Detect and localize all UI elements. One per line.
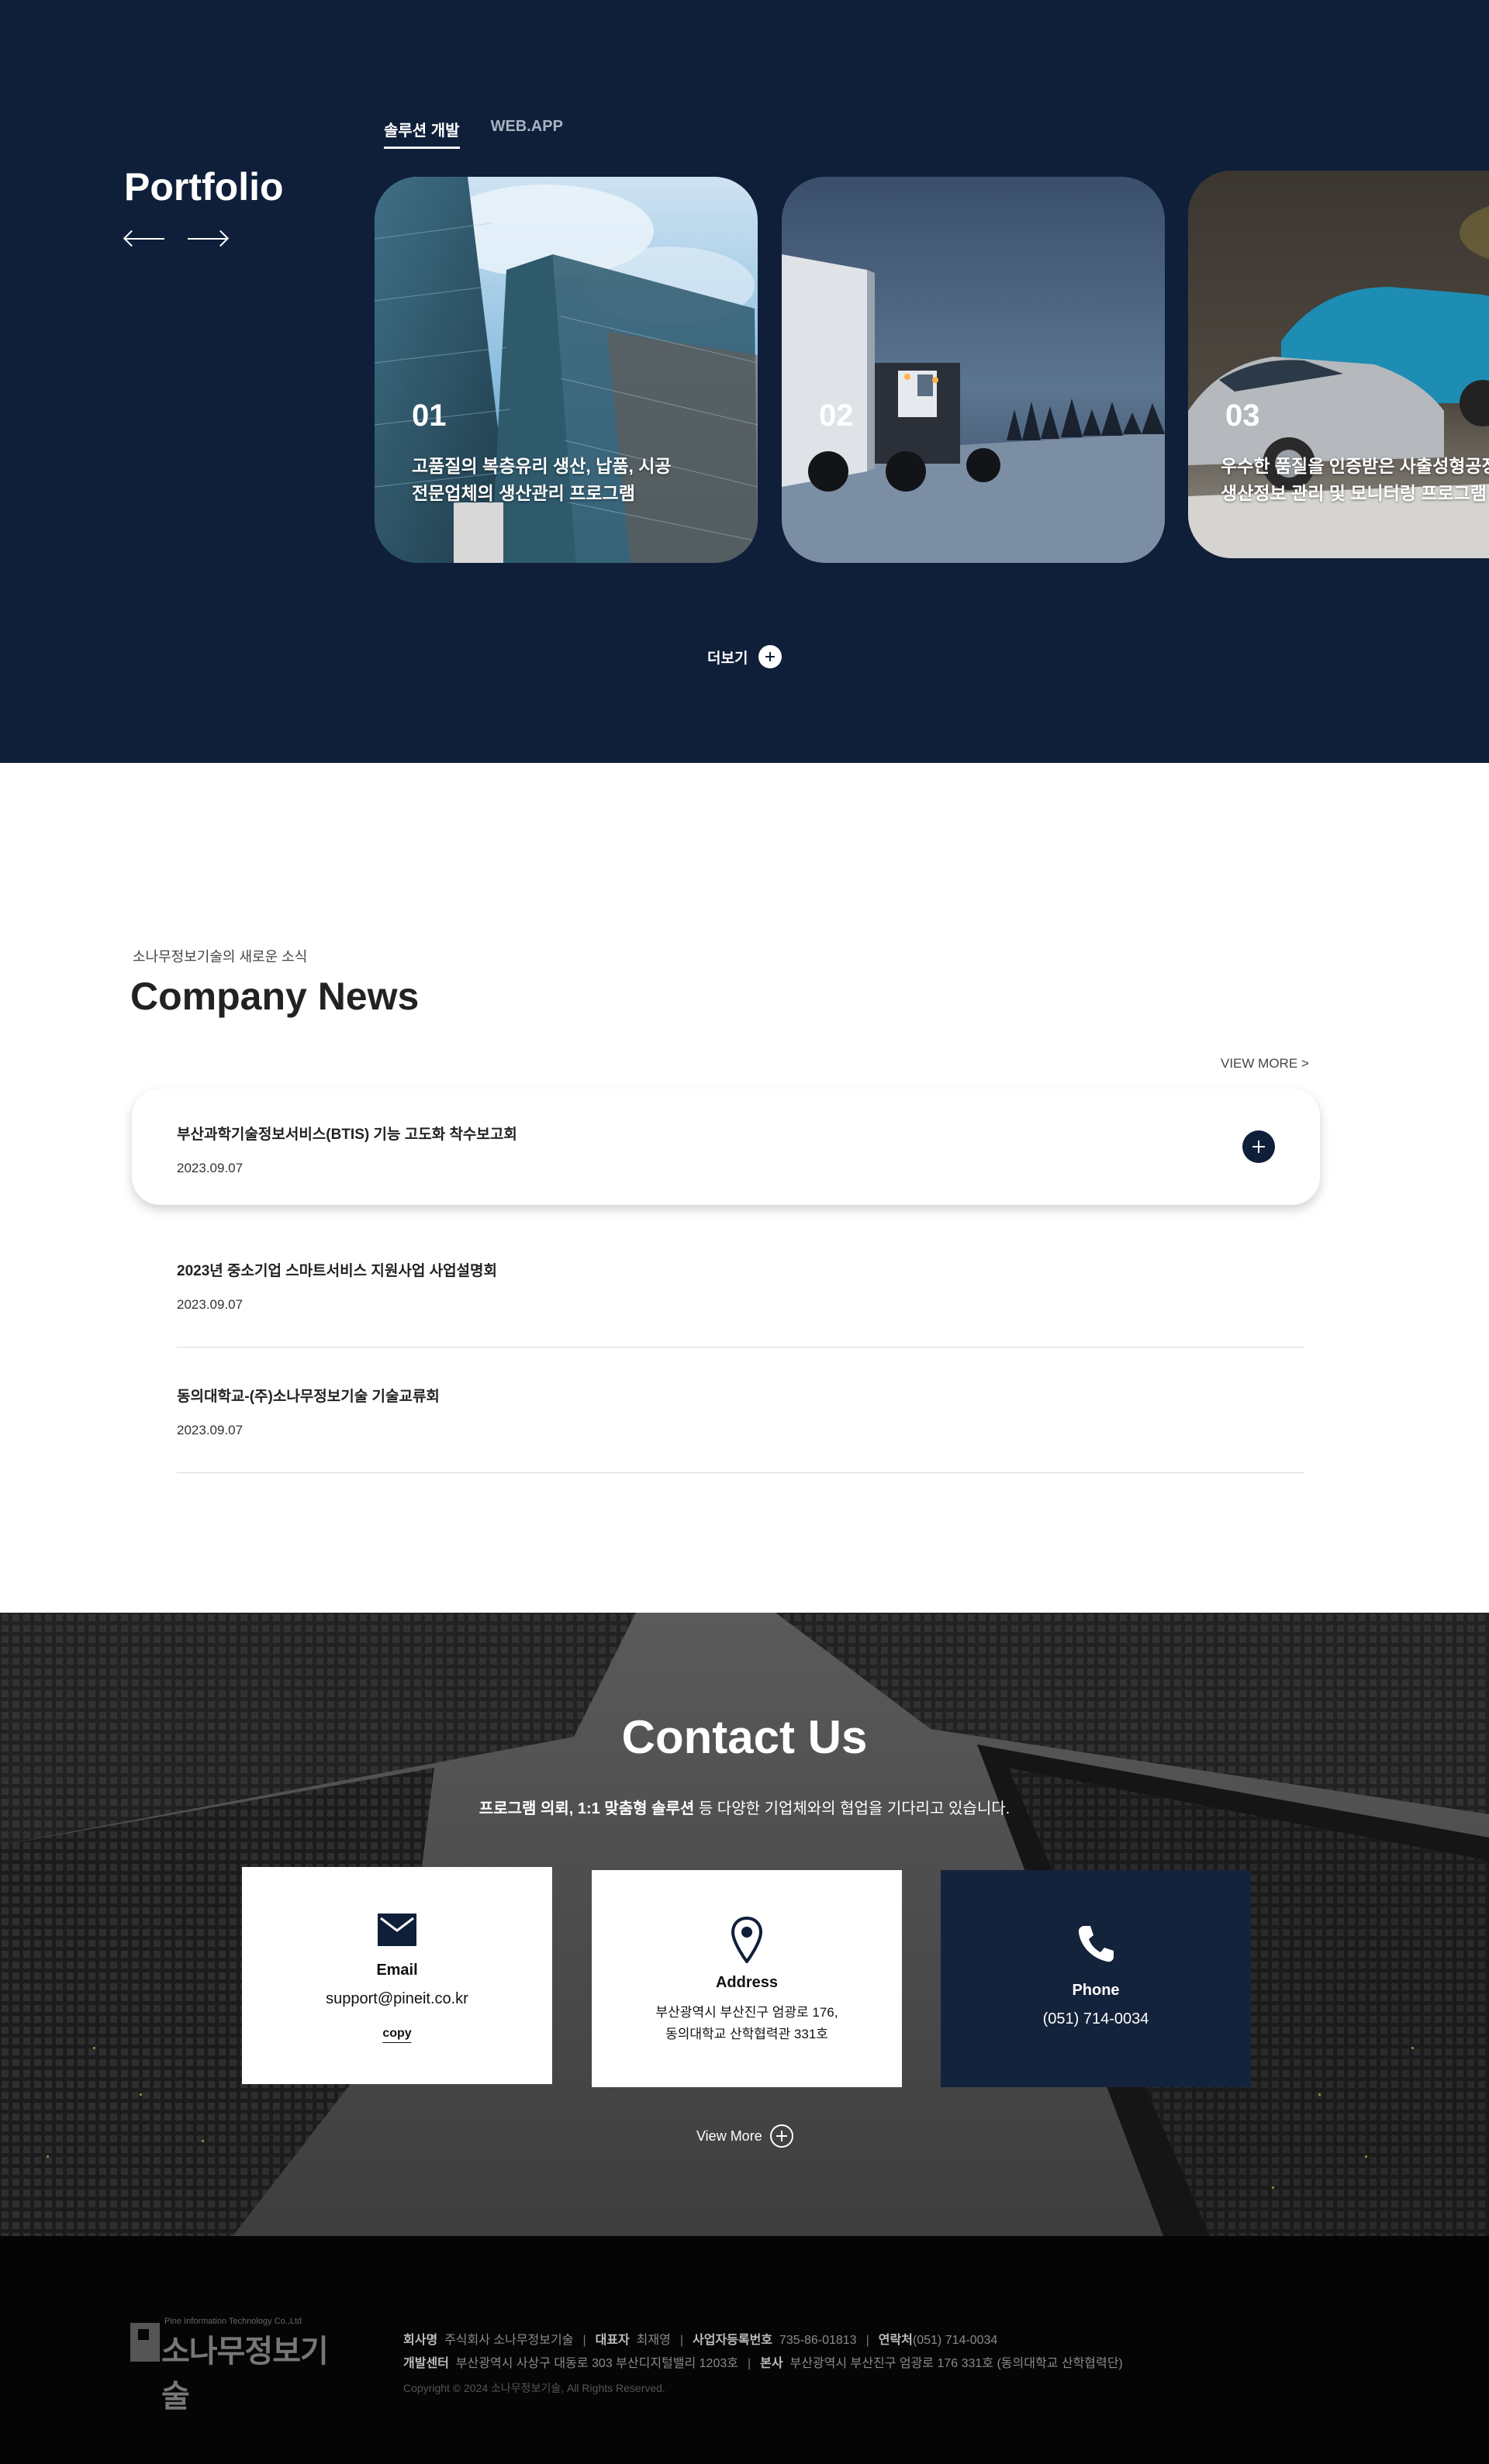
- location-pin-icon: [731, 1917, 762, 1963]
- news-item-text: 부산과학기술정보서비스(BTIS) 기능 고도화 착수보고회 2023.09.0…: [177, 1123, 517, 1176]
- contact-subtitle-bold: 프로그램 의뢰, 1:1 맞춤형 솔루션: [478, 1800, 695, 1817]
- phone-label: Phone: [1072, 1982, 1120, 1999]
- address-line2: 동의대학교 산학협력관 331호: [665, 2027, 828, 2041]
- card-desc-line2: 전문업체의 생산관리 프로그램: [412, 483, 635, 503]
- envelope-icon: [378, 1914, 416, 1946]
- bizno-value: 735-86-01813: [779, 2334, 857, 2347]
- tab-solution-dev[interactable]: 솔루션 개발: [384, 118, 460, 149]
- company-label: 회사명: [403, 2334, 438, 2347]
- card-desc-line1: 우수한 품질을 인증받은 사출성형공장: [1221, 456, 1489, 476]
- news-item[interactable]: 동의대학교-(주)소나무정보기술 기술교류회 2023.09.07: [177, 1385, 1304, 1473]
- hq-value: 부산광역시 부산진구 엄광로 176 331호 (동의대학교 산학협력단): [789, 2357, 1123, 2370]
- footer-address-info: 개발센터 부산광역시 사상구 대동로 303 부산디지털밸리 1203호 | 본사 …: [403, 2357, 1123, 2370]
- news-subtitle: 소나무정보기술의 새로운 소식: [133, 949, 308, 965]
- address-line1: 부산광역시 부산진구 엄광로 176,: [655, 2005, 838, 2020]
- plus-icon: [769, 2124, 793, 2148]
- portfolio-card-2[interactable]: 02: [782, 177, 1165, 563]
- news-view-more-link[interactable]: VIEW MORE >: [1221, 1056, 1309, 1072]
- card-desc-line2: 생산정보 관리 및 모니터링 프로그램: [1221, 483, 1487, 503]
- email-label: Email: [376, 1962, 418, 1979]
- logo-mark-icon: [130, 2323, 160, 2362]
- ceo-label: 대표자: [595, 2334, 630, 2347]
- view-more-label: View More: [696, 2128, 762, 2144]
- devcenter-value: 부산광역시 사상구 대동로 303 부산디지털밸리 1203호: [455, 2357, 738, 2370]
- news-item-title: 2023년 중소기업 스마트서비스 지원사업 사업설명회: [177, 1263, 497, 1279]
- news-item-title: 동의대학교-(주)소나무정보기술 기술교류회: [177, 1389, 440, 1405]
- email-card: Email support@pineit.co.kr copy: [242, 1867, 552, 2084]
- address-label: Address: [715, 1974, 779, 1991]
- phone-card: Phone (051) 714-0034: [941, 1870, 1251, 2087]
- logo-tagline: Pine Information Technology Co.,Ltd: [164, 2317, 302, 2326]
- card-number: 02: [819, 399, 854, 433]
- address-value: 부산광역시 부산진구 엄광로 176, 동의대학교 산학협력관 331호: [592, 2002, 902, 2045]
- phone-value: (051) 714-0034: [1042, 2010, 1149, 2027]
- contact-view-more-button[interactable]: View More: [696, 2124, 793, 2148]
- news-title: Company News: [130, 975, 420, 1018]
- plus-icon[interactable]: [1242, 1130, 1275, 1163]
- copyright: Copyright © 2024 소나무정보기술, All Rights Res…: [403, 2382, 665, 2394]
- company-logo[interactable]: Pine Information Technology Co.,Ltd 소나무정…: [130, 2317, 332, 2414]
- truck-image: [782, 177, 1165, 563]
- card-number: 03: [1225, 399, 1260, 433]
- arrow-right-icon[interactable]: [188, 229, 230, 248]
- portfolio-card-1[interactable]: 01 고품질의 복층유리 생산, 납품, 시공 전문업체의 생산관리 프로그램: [375, 177, 758, 563]
- portfolio-more-button[interactable]: 더보기: [707, 645, 783, 668]
- devcenter-label: 개발센터: [403, 2357, 449, 2370]
- contact-subtitle-rest: 등 다양한 기업체와의 협업을 기다리고 있습니다.: [694, 1800, 1011, 1817]
- company-news-section: 소나무정보기술의 새로운 소식 Company News VIEW MORE >…: [0, 763, 1489, 1613]
- contact-value: (051) 714-0034: [912, 2334, 998, 2347]
- hq-label: 본사: [760, 2357, 783, 2370]
- card-description: 우수한 품질을 인증받은 사출성형공장 생산정보 관리 및 모니터링 프로그램: [1221, 453, 1489, 507]
- copy-email-button[interactable]: copy: [382, 2027, 412, 2043]
- contact-subtitle: 프로그램 의뢰, 1:1 맞춤형 솔루션 등 다양한 기업체와의 협업을 기다리…: [0, 1796, 1489, 1818]
- email-value: support@pineit.co.kr: [326, 1990, 468, 2007]
- news-item-date: 2023.09.07: [177, 1161, 244, 1175]
- portfolio-title: Portfolio: [124, 165, 284, 209]
- contact-title: Contact Us: [621, 1711, 868, 1763]
- card-desc-line1: 고품질의 복층유리 생산, 납품, 시공: [412, 456, 672, 476]
- card-number: 01: [412, 399, 447, 433]
- phone-icon: [1078, 1926, 1114, 1962]
- company-value: 주식회사 소나무정보기술: [444, 2334, 574, 2347]
- portfolio-arrows: [123, 229, 230, 248]
- news-item-title: 부산과학기술정보서비스(BTIS) 기능 고도화 착수보고회: [177, 1127, 517, 1143]
- contact-label: 연락처: [878, 2334, 913, 2347]
- ceo-value: 최재영: [636, 2334, 671, 2347]
- tab-web-app[interactable]: WEB.APP: [491, 118, 563, 149]
- news-item-date: 2023.09.07: [177, 1423, 244, 1437]
- address-card: Address 부산광역시 부산진구 엄광로 176, 동의대학교 산학협력관 …: [592, 1870, 902, 2087]
- news-item-featured[interactable]: 부산과학기술정보서비스(BTIS) 기능 고도화 착수보고회 2023.09.0…: [132, 1089, 1320, 1205]
- bizno-label: 사업자등록번호: [692, 2334, 773, 2347]
- news-item[interactable]: 2023년 중소기업 스마트서비스 지원사업 사업설명회 2023.09.07: [177, 1259, 1304, 1348]
- portfolio-section: Portfolio 솔루션 개발 WEB.APP 01 고품질의 복층유리 생산…: [0, 0, 1489, 763]
- logo-text: 소나무정보기술: [161, 2335, 329, 2414]
- plus-icon: [758, 645, 783, 668]
- contact-section: Contact Us 프로그램 의뢰, 1:1 맞춤형 솔루션 등 다양한 기업…: [0, 1613, 1489, 2236]
- arrow-left-icon[interactable]: [123, 229, 164, 248]
- portfolio-card-3[interactable]: 03 우수한 품질을 인증받은 사출성형공장 생산정보 관리 및 모니터링 프로…: [1188, 171, 1489, 558]
- card-description: 고품질의 복층유리 생산, 납품, 시공 전문업체의 생산관리 프로그램: [412, 453, 672, 507]
- footer-company-info: 회사명 주식회사 소나무정보기술 | 대표자 최재영 | 사업자등록번호 735-86-…: [403, 2334, 998, 2347]
- portfolio-tabs: 솔루션 개발 WEB.APP: [384, 118, 563, 149]
- news-item-date: 2023.09.07: [177, 1297, 244, 1312]
- footer: Pine Information Technology Co.,Ltd 소나무정…: [0, 2236, 1489, 2464]
- more-label: 더보기: [707, 650, 748, 667]
